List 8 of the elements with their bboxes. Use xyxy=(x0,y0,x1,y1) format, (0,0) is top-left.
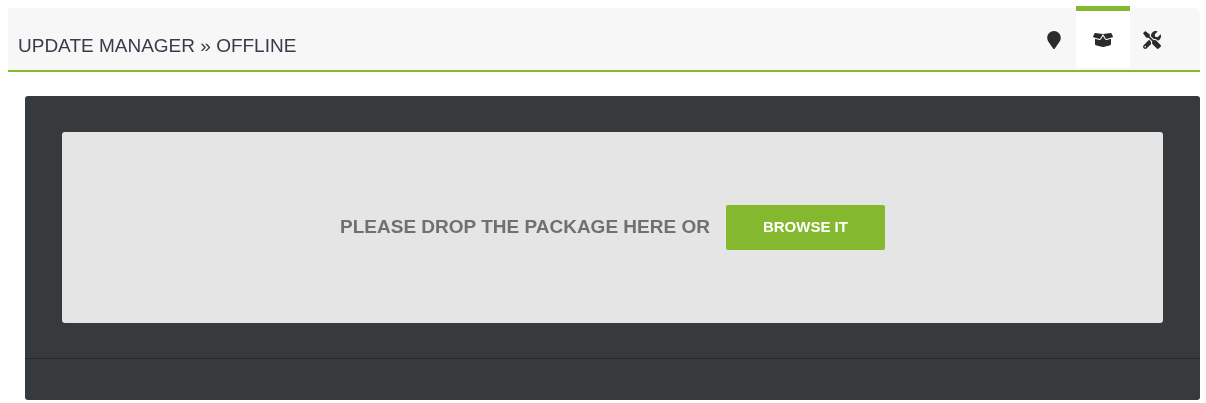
page-title: UPDATE MANAGER » OFFLINE xyxy=(18,33,297,58)
drop-message: PLEASE DROP THE PACKAGE HERE OR xyxy=(340,215,710,240)
open-box-icon xyxy=(1093,31,1113,48)
browse-button[interactable]: BROWSE IT xyxy=(725,205,885,250)
map-pin-icon xyxy=(1046,30,1062,49)
tools-icon xyxy=(1143,30,1161,49)
tab[interactable] xyxy=(1076,6,1130,68)
drop-zone[interactable]: PLEASE DROP THE PACKAGE HERE OR BROWSE IT xyxy=(62,132,1163,323)
